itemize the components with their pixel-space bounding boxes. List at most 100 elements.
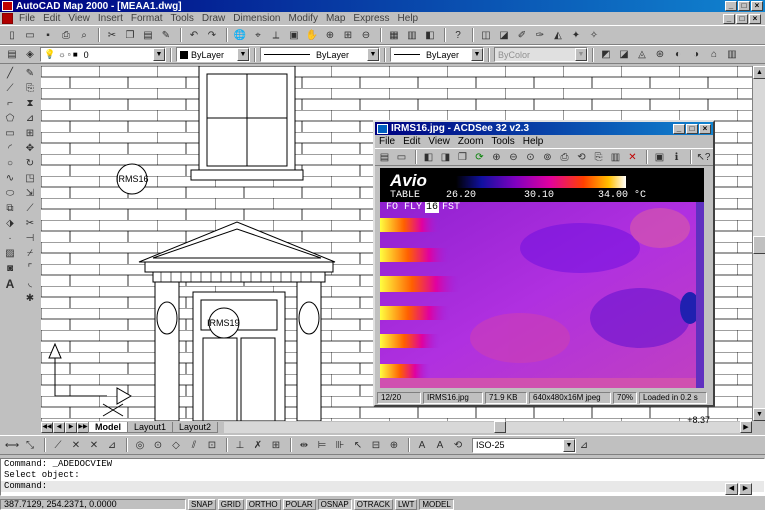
snap-parallel-icon[interactable]: ⫽ <box>186 438 202 453</box>
drawing-label-irms19[interactable]: IRMS19 <box>207 318 240 328</box>
refresh-icon[interactable]: ⟳ <box>472 150 487 164</box>
scroll-thumb[interactable] <box>753 236 765 254</box>
acdsee-maximize-button[interactable]: □ <box>686 123 698 134</box>
first-tab-icon[interactable]: ◀◀ <box>41 422 53 433</box>
map-tool-4-icon[interactable]: ✑ <box>532 28 548 43</box>
dimtedit-icon[interactable]: A <box>432 438 448 453</box>
mirror-icon[interactable]: ⧗ <box>22 96 38 111</box>
next-tab-icon[interactable]: ▶ <box>65 422 77 433</box>
menu-file[interactable]: File <box>15 13 39 24</box>
preview-icon[interactable]: ⌕ <box>76 28 92 43</box>
cut-icon[interactable]: ✂ <box>104 28 120 43</box>
design-center-icon[interactable]: ▥ <box>404 28 420 43</box>
zoom-lock-icon[interactable]: ⊚ <box>540 150 555 164</box>
next-image-icon[interactable]: ◨ <box>438 150 453 164</box>
extend-icon[interactable]: ⊣ <box>22 231 38 246</box>
acdsee-menu-zoom[interactable]: Zoom <box>454 136 488 147</box>
map-layer-4-icon[interactable]: ⊛ <box>652 47 668 62</box>
snap-none-icon[interactable]: ✗ <box>250 438 266 453</box>
copy-image-icon[interactable]: ❐ <box>455 150 470 164</box>
zoom-window-icon[interactable]: ⊞ <box>340 28 356 43</box>
horizontal-scrollbar[interactable]: ▶ <box>224 421 752 433</box>
lengthen-icon[interactable]: ⟋ <box>22 201 38 216</box>
zoom-fit-icon[interactable]: ⊙ <box>523 150 538 164</box>
prev-image-icon[interactable]: ◧ <box>421 150 436 164</box>
scale-icon[interactable]: ◳ <box>22 171 38 186</box>
map-layer-8-icon[interactable]: ▥ <box>724 47 740 62</box>
browse-icon[interactable]: ▤ <box>377 150 392 164</box>
model-toggle[interactable]: MODEL <box>419 498 454 510</box>
menu-express[interactable]: Express <box>349 13 393 24</box>
cmd-scroll-left-icon[interactable]: ◀ <box>725 483 738 495</box>
grid-toggle[interactable]: GRID <box>217 498 244 510</box>
map-layer-5-icon[interactable]: ◐ <box>670 47 686 62</box>
zoom-out-icon[interactable]: ⊖ <box>506 150 521 164</box>
color-dropdown[interactable]: ByLayer ▼ <box>176 47 250 62</box>
redo-icon[interactable]: ↷ <box>204 28 220 43</box>
baseline-icon[interactable]: ⊨ <box>314 438 330 453</box>
lwt-toggle[interactable]: LWT <box>395 498 418 510</box>
save-icon[interactable]: ▪ <box>40 28 56 43</box>
acdsee-menu-help[interactable]: Help <box>519 136 548 147</box>
layer-dropdown[interactable]: 💡 ☼ ▫ ■ 0 ▼ <box>40 47 166 62</box>
menu-tools[interactable]: Tools <box>167 13 198 24</box>
break-icon[interactable]: ⌿ <box>22 246 38 261</box>
properties-icon[interactable]: ▦ <box>386 28 402 43</box>
ortho-toggle[interactable]: ORTHO <box>245 498 281 510</box>
line-icon[interactable]: ╱ <box>2 66 18 81</box>
map-layer-1-icon[interactable]: ◩ <box>598 47 614 62</box>
tab-layout1[interactable]: Layout1 <box>127 422 174 433</box>
copy-clip-icon[interactable]: ⎘ <box>591 150 606 164</box>
dimstyle-manager-icon[interactable]: ⊿ <box>576 438 592 453</box>
aligned-dim-icon[interactable]: ⤡ <box>22 438 38 453</box>
scroll-down-icon[interactable]: ▼ <box>753 408 765 421</box>
acdsee-close-button[interactable]: × <box>699 123 711 134</box>
delete-image-icon[interactable]: ✕ <box>625 150 640 164</box>
scroll-up-icon[interactable]: ▲ <box>753 66 765 79</box>
map-tool-3-icon[interactable]: ✐ <box>514 28 530 43</box>
hyperlink-icon[interactable]: 🌐 <box>232 28 248 43</box>
angular-dim-icon[interactable]: ⊿ <box>104 438 120 453</box>
otrack-toggle[interactable]: OTRACK <box>353 498 394 510</box>
ordinate-dim-icon[interactable]: ⟋ <box>50 438 66 453</box>
explode-icon[interactable]: ✱ <box>22 291 38 306</box>
copy-object-icon[interactable]: ⎘ <box>22 81 38 96</box>
continue-icon[interactable]: ⊪ <box>332 438 348 453</box>
tolerance-icon[interactable]: ⊟ <box>368 438 384 453</box>
menu-help[interactable]: Help <box>394 13 423 24</box>
polyline-icon[interactable]: ⌐ <box>2 96 18 111</box>
minimize-button[interactable]: _ <box>725 1 737 11</box>
acdsee-menu-file[interactable]: File <box>375 136 399 147</box>
offset-icon[interactable]: ⊿ <box>22 111 38 126</box>
acdsee-minimize-button[interactable]: _ <box>673 123 685 134</box>
open-folder-icon[interactable]: ▭ <box>394 150 409 164</box>
snap-tangent-icon[interactable]: ⊙ <box>150 438 166 453</box>
map-layer-3-icon[interactable]: ◬ <box>634 47 650 62</box>
point-icon[interactable]: · <box>2 231 18 246</box>
construction-line-icon[interactable]: ⟋ <box>2 81 18 96</box>
open-icon[interactable]: ▭ <box>22 28 38 43</box>
plotstyle-dropdown[interactable]: ByColor ▼ <box>494 47 588 62</box>
doc-minimize-button[interactable]: _ <box>723 13 735 24</box>
scroll-thumb[interactable] <box>494 421 507 433</box>
info-icon[interactable]: ℹ <box>669 150 684 164</box>
stretch-icon[interactable]: ⇲ <box>22 186 38 201</box>
doc-restore-button[interactable]: □ <box>736 13 748 24</box>
whats-this-icon[interactable]: ↖? <box>696 150 711 164</box>
pan-icon[interactable]: ✋ <box>304 28 320 43</box>
snap-settings-icon[interactable]: ⊞ <box>268 438 284 453</box>
spline-icon[interactable]: ∿ <box>2 171 18 186</box>
paste-icon[interactable]: ▤ <box>140 28 156 43</box>
map-layer-2-icon[interactable]: ◪ <box>616 47 632 62</box>
zoom-previous-icon[interactable]: ⊖ <box>358 28 374 43</box>
rectangle-icon[interactable]: ▭ <box>2 126 18 141</box>
rotate-image-icon[interactable]: ⟲ <box>574 150 589 164</box>
osnap-toggle[interactable]: OSNAP <box>317 498 352 510</box>
map-tool-5-icon[interactable]: ◭ <box>550 28 566 43</box>
move-icon[interactable]: ✥ <box>22 141 38 156</box>
tab-layout2[interactable]: Layout2 <box>172 422 219 433</box>
cmd-scroll-right-icon[interactable]: ▶ <box>739 483 752 495</box>
map-layer-7-icon[interactable]: ⌂ <box>706 47 722 62</box>
print-icon[interactable]: ⎙ <box>58 28 74 43</box>
circle-icon[interactable]: ○ <box>2 156 18 171</box>
